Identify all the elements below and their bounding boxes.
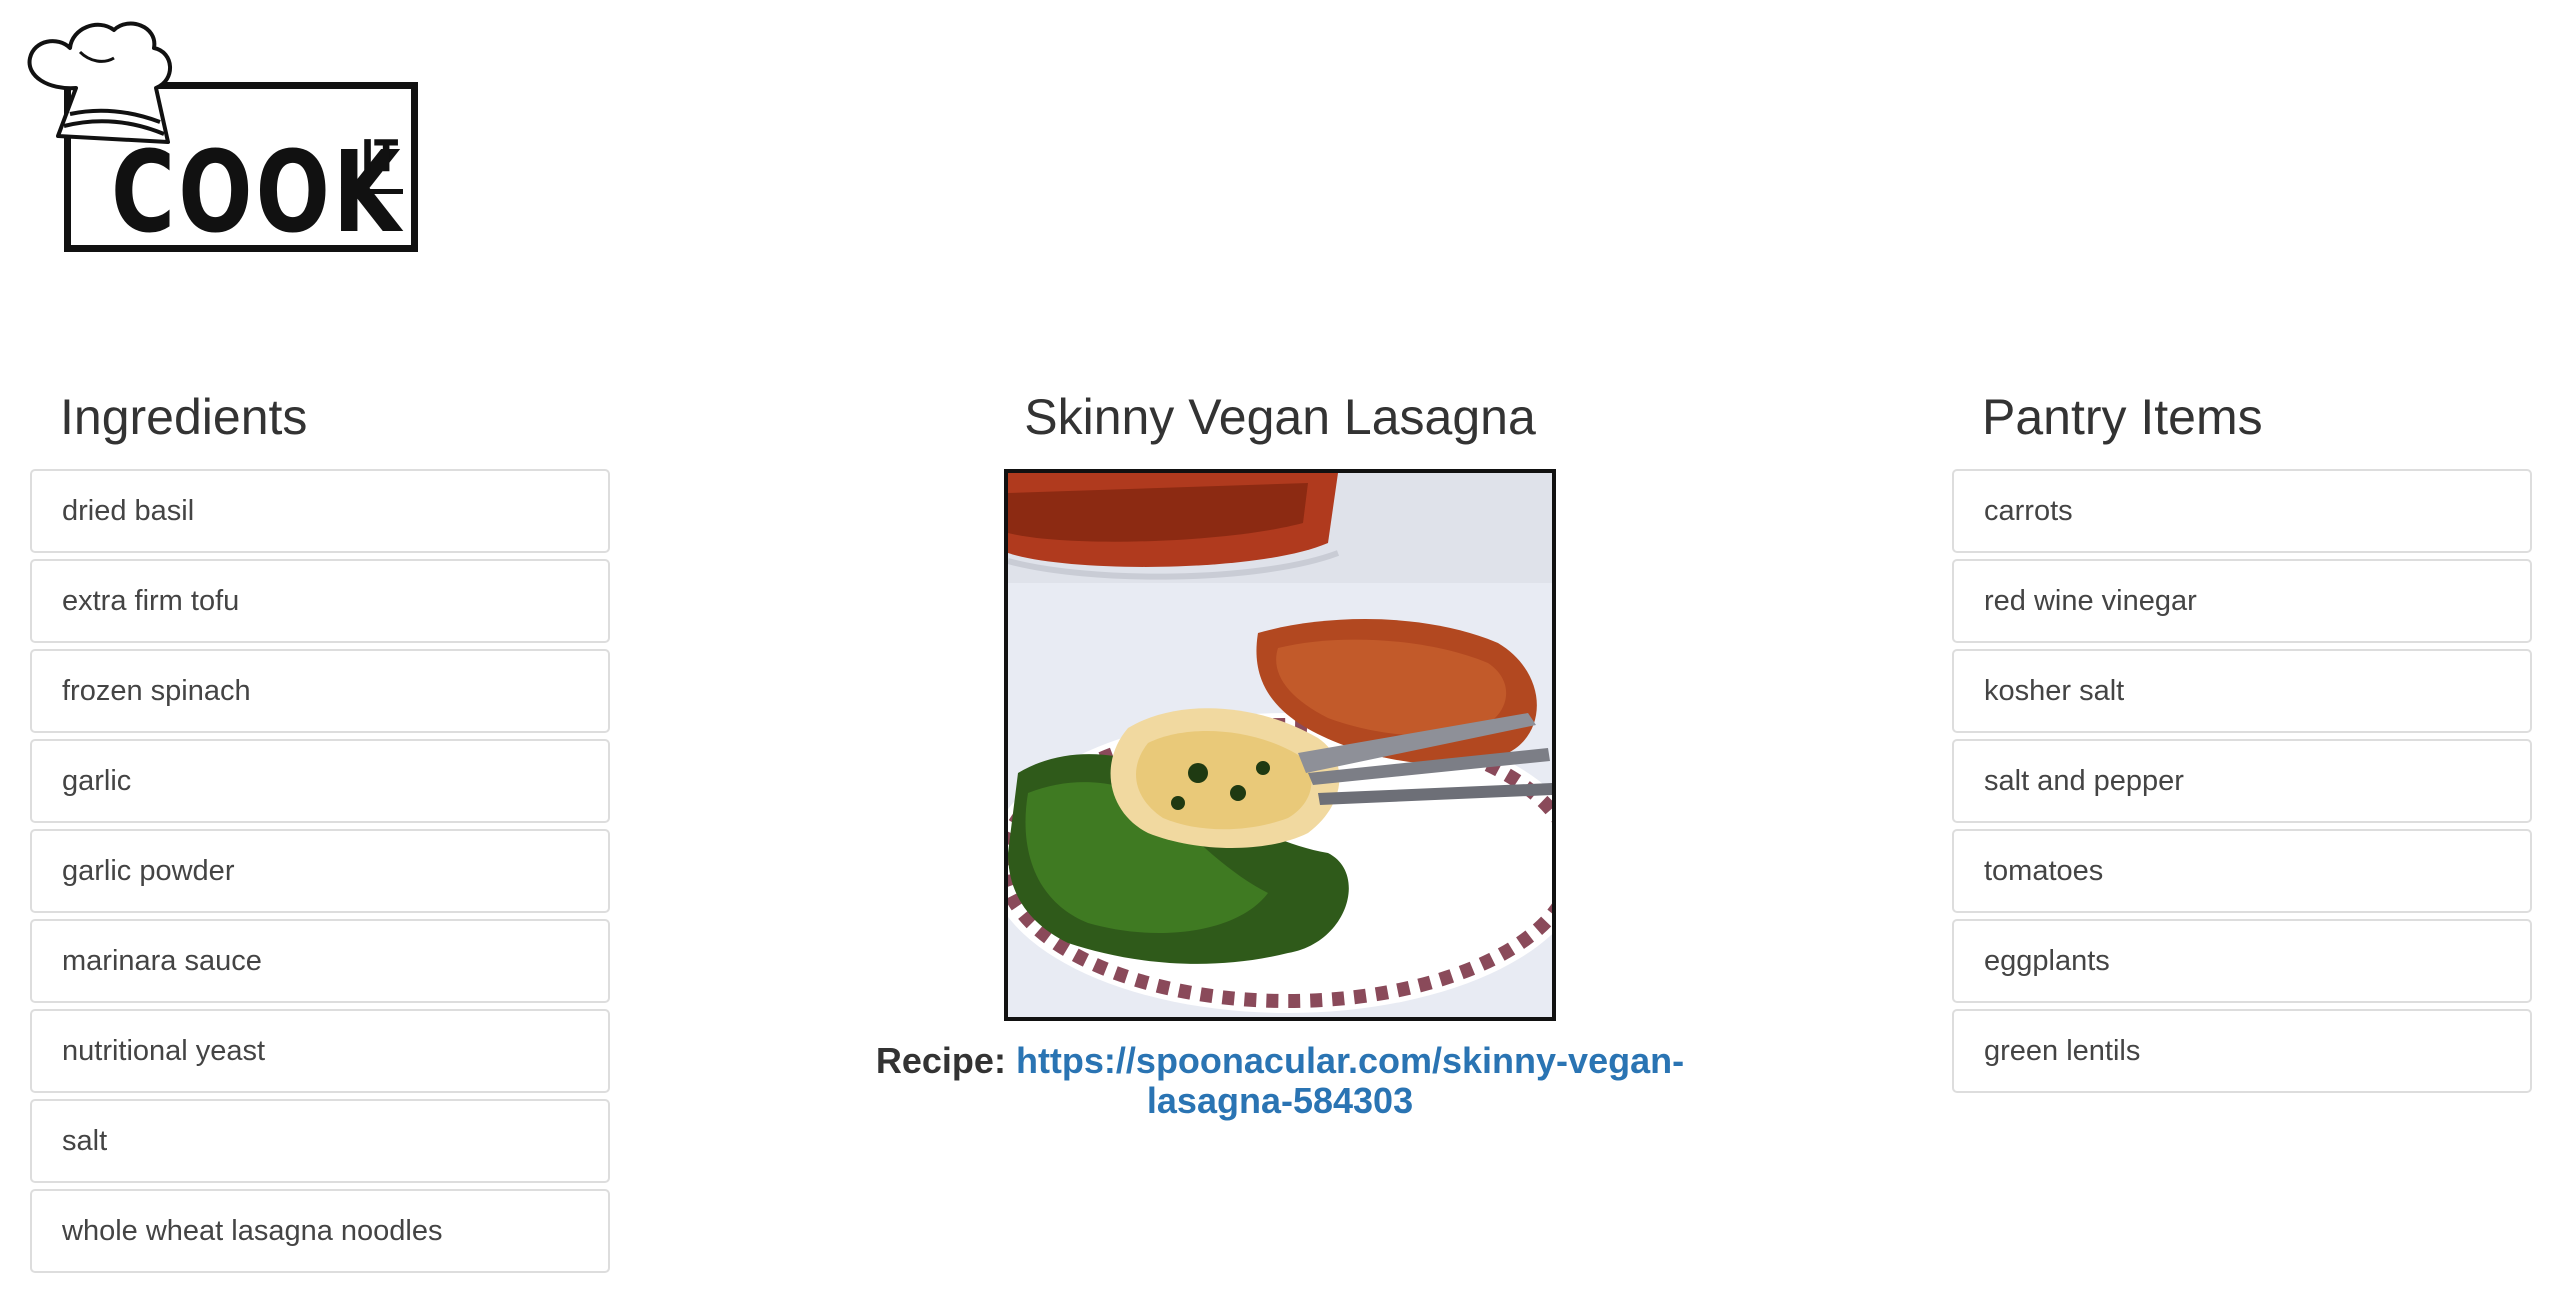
- recipe-label: Recipe:: [875, 1040, 1006, 1081]
- recipe-link-line1: https://spoonacular.com/skinny-vegan-: [1015, 1040, 1685, 1081]
- ingredients-list: dried basil extra firm tofu frozen spina…: [30, 469, 610, 1273]
- lasagna-plate-image: [1008, 473, 1552, 1017]
- ingredient-item[interactable]: marinara sauce: [30, 919, 610, 1003]
- recipe-title: Skinny Vegan Lasagna: [1024, 389, 1536, 445]
- recipe-panel: Skinny Vegan Lasagna Recipe: https://spo…: [860, 385, 1700, 1121]
- pantry-item[interactable]: kosher salt: [1952, 649, 2532, 733]
- ingredient-item[interactable]: nutritional yeast: [30, 1009, 610, 1093]
- pantry-panel: Pantry Items carrots red wine vinegar ko…: [1952, 385, 2532, 1099]
- ingredient-item[interactable]: frozen spinach: [30, 649, 610, 733]
- ingredient-item[interactable]: extra firm tofu: [30, 559, 610, 643]
- ingredient-item[interactable]: whole wheat lasagna noodles: [30, 1189, 610, 1273]
- recipe-link-line2: lasagna-584303: [1146, 1080, 1414, 1121]
- chef-hat-icon: [27, 21, 172, 144]
- ingredients-panel: Ingredients dried basil extra firm tofu …: [30, 385, 610, 1279]
- pantry-list: carrots red wine vinegar kosher salt sal…: [1952, 469, 2532, 1093]
- recipe-link[interactable]: https://spoonacular.com/skinny-vegan-las…: [1016, 1040, 1684, 1121]
- cook-it-logo[interactable]: COOK IT: [18, 18, 438, 268]
- ingredient-item[interactable]: dried basil: [30, 469, 610, 553]
- recipe-source: Recipe: https://spoonacular.com/skinny-v…: [860, 1041, 1700, 1121]
- pantry-item[interactable]: eggplants: [1952, 919, 2532, 1003]
- pantry-item[interactable]: tomatoes: [1952, 829, 2532, 913]
- pantry-item[interactable]: green lentils: [1952, 1009, 2532, 1093]
- recipe-photo: [1004, 469, 1556, 1021]
- pantry-item[interactable]: salt and pepper: [1952, 739, 2532, 823]
- pantry-item[interactable]: red wine vinegar: [1952, 559, 2532, 643]
- pantry-item[interactable]: carrots: [1952, 469, 2532, 553]
- pantry-title: Pantry Items: [1982, 389, 2263, 445]
- logo-superscript: IT: [361, 131, 399, 182]
- ingredient-item[interactable]: salt: [30, 1099, 610, 1183]
- ingredients-title: Ingredients: [60, 389, 308, 445]
- ingredient-item[interactable]: garlic powder: [30, 829, 610, 913]
- ingredient-item[interactable]: garlic: [30, 739, 610, 823]
- logo-underline: [361, 189, 403, 194]
